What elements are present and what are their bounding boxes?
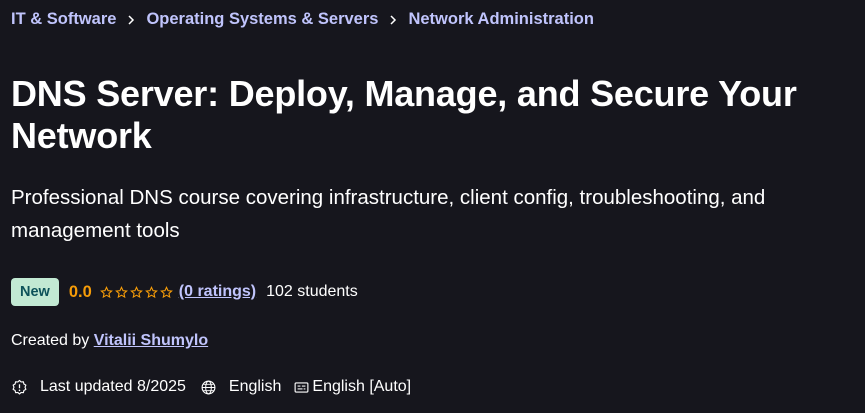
last-updated-text: Last updated 8/2025	[40, 378, 186, 395]
breadcrumb-network-administration[interactable]: Network Administration	[408, 10, 594, 29]
language-text: English	[228, 378, 282, 395]
created-by-label: Created by	[11, 332, 90, 349]
ratings-count-link[interactable]: (0 ratings)	[179, 283, 256, 301]
star-empty-icon	[99, 285, 113, 298]
globe-icon	[201, 380, 216, 394]
course-subtitle: Professional DNS course covering infrast…	[11, 186, 766, 242]
language: English	[200, 378, 281, 396]
breadcrumb-it-software[interactable]: IT & Software	[11, 10, 116, 29]
creator-line: Created by Vitalii Shumylo	[11, 332, 208, 350]
course-title: DNS Server: Deploy, Manage, and Secure Y…	[11, 73, 797, 156]
course-stats: New 0.0 (0 ratings) 102 students	[11, 278, 358, 306]
chevron-right-icon	[116, 14, 146, 25]
rating-value: 0.0	[68, 282, 92, 301]
course-meta: Last updated 8/2025 English English [Aut…	[11, 378, 411, 396]
breadcrumb-operating-systems[interactable]: Operating Systems & Servers	[146, 10, 378, 29]
star-empty-icon	[129, 285, 143, 298]
captions-text: English [Auto]	[312, 378, 412, 395]
star-rating	[99, 285, 173, 299]
instructor-link[interactable]: Vitalii Shumylo	[94, 332, 208, 349]
new-badge: New	[11, 278, 59, 306]
star-empty-icon	[114, 285, 128, 298]
breadcrumb: IT & Software Operating Systems & Server…	[11, 10, 594, 29]
closed-captions-icon	[294, 381, 309, 393]
captions: English [Auto]	[293, 378, 411, 396]
student-count: 102 students	[266, 283, 358, 300]
star-empty-icon	[159, 285, 173, 298]
star-empty-icon	[144, 285, 158, 298]
last-updated: Last updated 8/2025	[11, 378, 186, 396]
chevron-right-icon	[378, 14, 408, 25]
alert-badge-icon	[12, 379, 27, 395]
